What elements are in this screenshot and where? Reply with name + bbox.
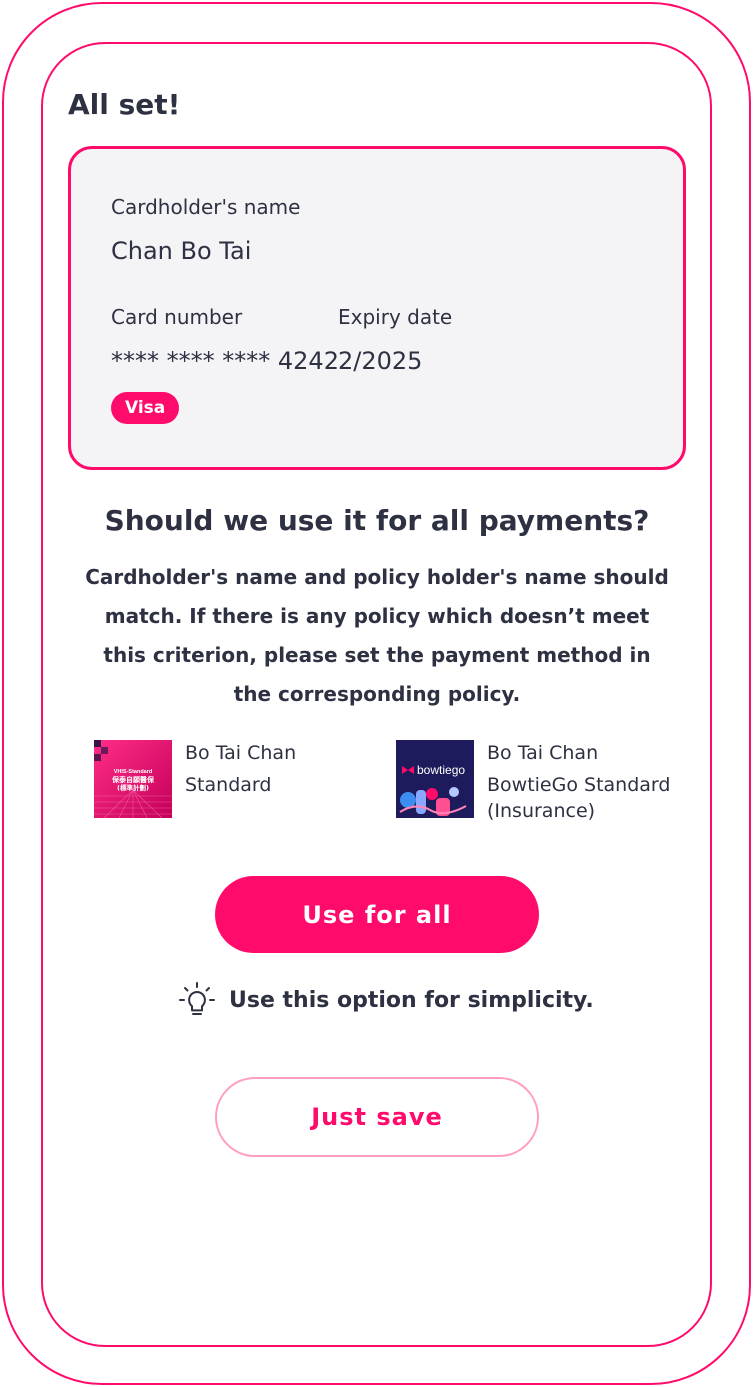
cardholder-name-value: Chan Bo Tai — [111, 237, 252, 265]
bowtiego-logo-text: bowtiego — [417, 763, 465, 777]
expiry-date-value: 2/2025 — [338, 347, 423, 375]
card-summary: Cardholder's name Chan Bo Tai Card numbe… — [68, 146, 686, 470]
lightbulb-icon — [179, 982, 215, 1015]
page-title: All set! — [68, 88, 181, 121]
policy-text: Bo Tai Chan BowtieGo Standard (Insurance… — [487, 740, 677, 824]
policy-thumb-line-3: (標準計劃) — [117, 783, 149, 792]
policy-thumb-line-2: 保泰自願醫保 — [111, 775, 155, 784]
simplicity-tip: Use this option for simplicity. — [177, 978, 594, 1022]
expiry-date-label: Expiry date — [338, 305, 453, 329]
use-for-all-button[interactable]: Use for all — [215, 876, 539, 953]
card-number-label: Card number — [111, 305, 243, 329]
policy-plan-name: Standard — [185, 774, 272, 796]
policy-holder-name: Bo Tai Chan — [185, 742, 297, 764]
policy-holder-name: Bo Tai Chan — [487, 742, 599, 764]
policy-thumb-line-1: VHIS-Standard — [114, 769, 153, 775]
payment-question: Should we use it for all payments? — [104, 504, 650, 537]
cardholder-name-label: Cardholder's name — [111, 195, 301, 219]
card-brand-badge: Visa — [111, 392, 180, 424]
policy-text: Bo Tai Chan Standard — [185, 740, 375, 798]
policy-match-note: Cardholder's name and policy holder's na… — [85, 565, 669, 706]
policy-thumbnail-bowtiego: bowtiego — [396, 740, 474, 818]
tip-text: Use this option for simplicity. — [229, 987, 594, 1013]
card-number-value: **** **** **** 4242 — [111, 347, 339, 375]
policy-thumbnail-vhis: VHIS-Standard 保泰自願醫保 (標準計劃) — [94, 740, 172, 818]
policy-plan-name: BowtieGo Standard (Insurance) — [487, 774, 671, 822]
just-save-button[interactable]: Just save — [215, 1077, 539, 1157]
